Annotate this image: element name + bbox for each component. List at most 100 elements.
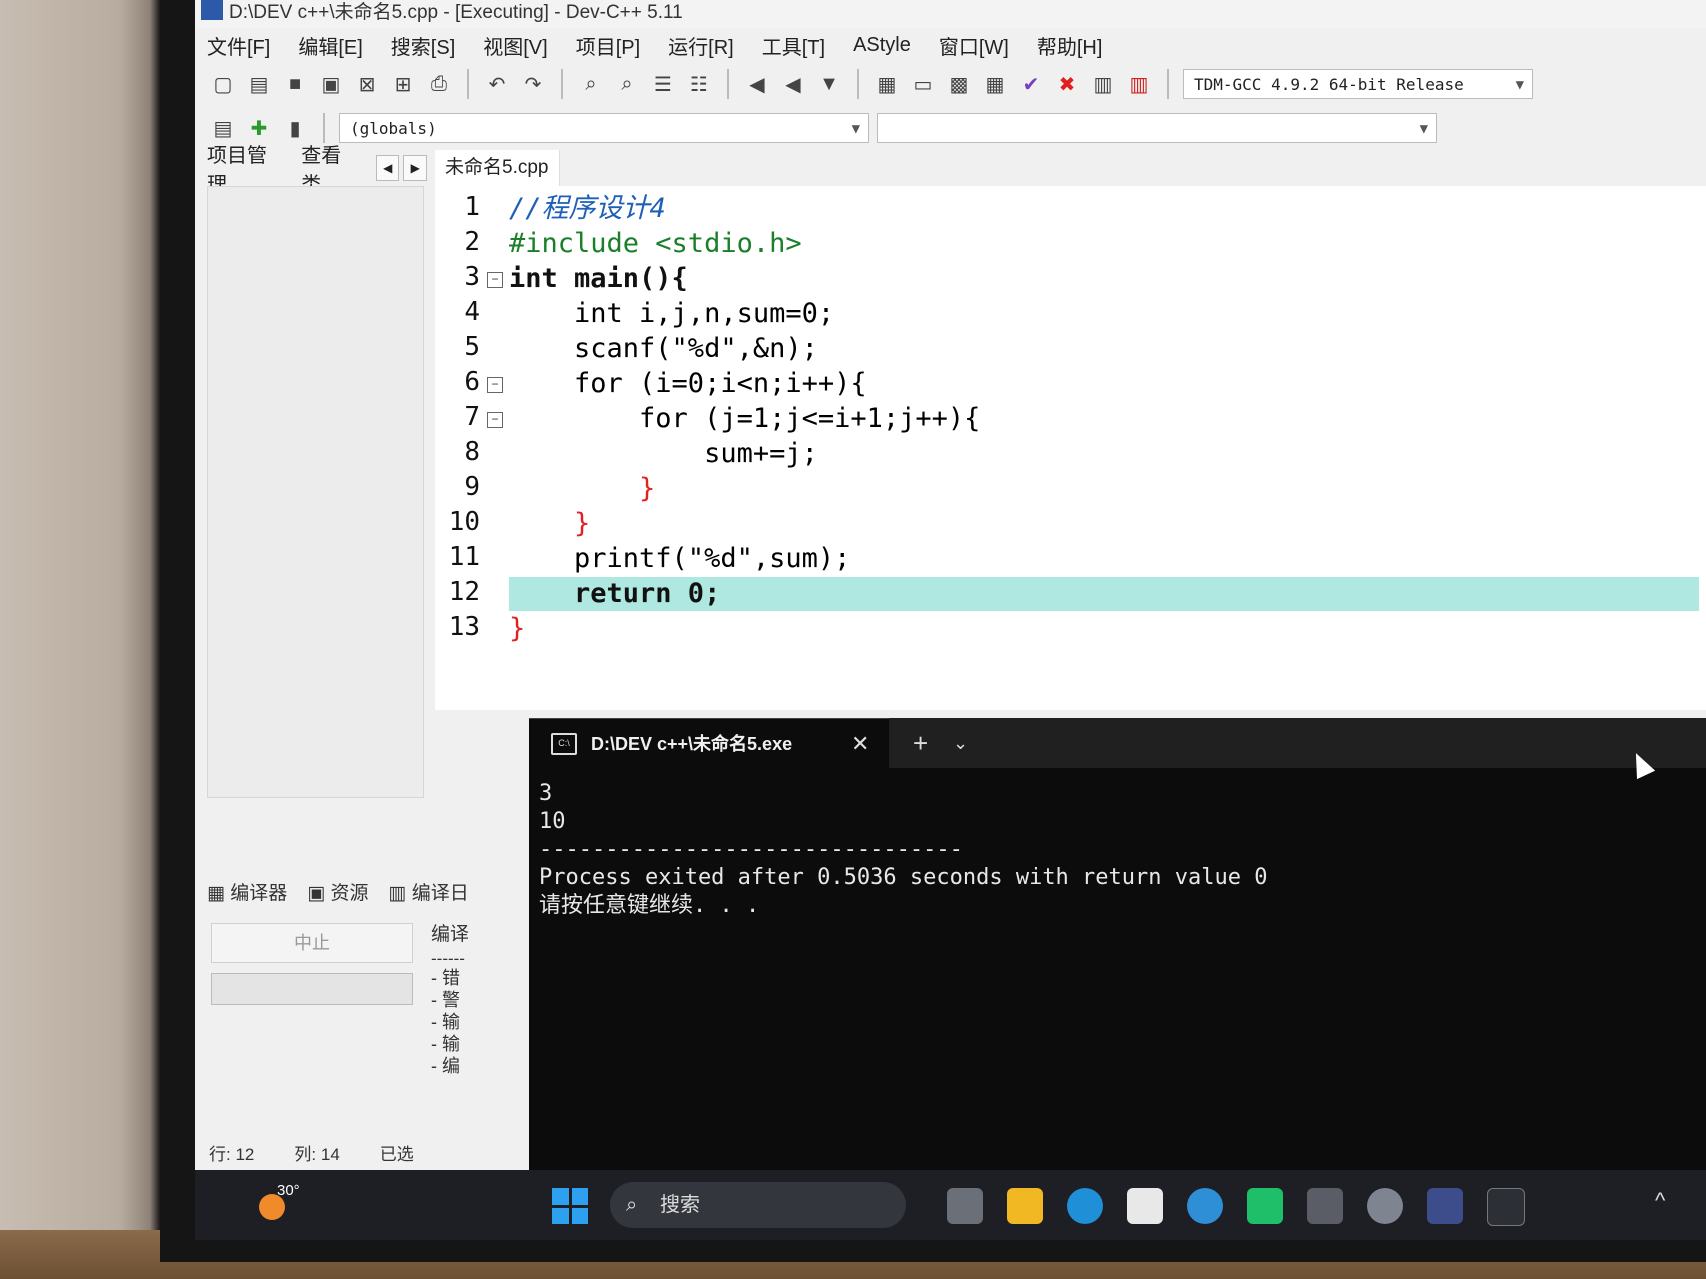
store-icon[interactable]	[1127, 1188, 1163, 1224]
syntax-check-icon[interactable]: ✔	[1017, 70, 1045, 98]
terminal-window[interactable]: C:\ D:\DEV c++\未命名5.exe ✕ + ⌄ 3 10 -----…	[529, 718, 1706, 1180]
tab-compile-log-label: 编译日	[411, 882, 469, 904]
menu-edit[interactable]: 编辑[E]	[298, 31, 362, 60]
toolbar-separator	[727, 69, 729, 99]
task-view-icon[interactable]	[947, 1188, 983, 1224]
compile-log-header: 编译	[431, 924, 470, 945]
fold-toggle-icon[interactable]: −	[487, 272, 503, 288]
toolbar-separator	[857, 69, 859, 99]
settings-gear-icon[interactable]	[1367, 1188, 1403, 1224]
terminal-taskbar-icon[interactable]	[1487, 1188, 1525, 1226]
print-icon[interactable]: ⎙	[425, 70, 453, 98]
replace-icon[interactable]: ⌕	[613, 70, 641, 98]
chevron-up-icon[interactable]: ^	[1655, 1188, 1665, 1214]
compile-icon[interactable]: ▦	[873, 70, 901, 98]
line-number: 8	[464, 437, 480, 467]
line-number: 2	[464, 227, 480, 257]
delete-profile-icon[interactable]: ▥	[1125, 70, 1153, 98]
menu-search[interactable]: 搜索[S]	[391, 31, 455, 60]
compile-log-icon: ▥	[388, 882, 412, 904]
code-line: int main(){	[509, 263, 688, 294]
line-number: 13	[448, 612, 480, 642]
file-explorer-icon[interactable]	[1007, 1188, 1043, 1224]
compile-log-list: - 错 - 警 - 输 - 输 - 编	[431, 967, 460, 1077]
code-line: printf("%d",sum);	[509, 543, 851, 574]
project-panel: 项目管理 查看类 ◀ ▶	[195, 145, 427, 800]
compiler-icon: ▦	[207, 882, 231, 904]
save-icon[interactable]: ■	[281, 70, 309, 98]
tab-compile-log[interactable]: ▥ 编译日	[389, 878, 469, 905]
code-line: }	[509, 613, 526, 644]
profile-icon[interactable]: ▥	[1089, 70, 1117, 98]
console-icon: C:\	[551, 733, 577, 755]
chevron-left-icon[interactable]: ◀	[375, 155, 400, 181]
terminal-tab-title: D:\DEV c++\未命名5.exe	[591, 734, 793, 754]
status-row: 行: 12	[209, 1140, 254, 1165]
close-all-icon[interactable]: ⊞	[389, 70, 417, 98]
bookmark-icon[interactable]: ▼	[815, 70, 843, 98]
undo-icon[interactable]: ↶	[483, 70, 511, 98]
fold-toggle-icon[interactable]: −	[487, 412, 503, 428]
new-tab-icon[interactable]: +	[913, 718, 928, 768]
fold-toggle-icon[interactable]: −	[487, 377, 503, 393]
unindent-icon[interactable]: ☷	[685, 70, 713, 98]
compile-progress-bar	[211, 973, 413, 1005]
weather-temp: 30°	[277, 1182, 300, 1199]
menu-help[interactable]: 帮助[H]	[1037, 31, 1103, 60]
weather-widget[interactable]: 30°	[257, 1182, 300, 1222]
terminal-tab[interactable]: C:\ D:\DEV c++\未命名5.exe ✕	[529, 718, 889, 768]
taskbar-search[interactable]: ⌕ 搜索	[610, 1182, 906, 1228]
compiler-panel: ▦ 编译器 ▣ 资源 ▥ 编译日 中止 编译 ------ - 错 - 警 - …	[195, 873, 495, 1163]
find-icon[interactable]: ⌕	[577, 70, 605, 98]
code-line: }	[509, 508, 591, 539]
compile-run-icon[interactable]: ▩	[945, 70, 973, 98]
stop-button[interactable]: 中止	[211, 923, 413, 963]
status-col: 列: 14	[294, 1140, 339, 1165]
add-icon[interactable]: ✚	[245, 114, 273, 142]
project-tree[interactable]	[207, 186, 424, 798]
insert-icon[interactable]: ▤	[209, 114, 237, 142]
menu-view[interactable]: 视图[V]	[483, 31, 547, 60]
chat-app-icon[interactable]	[1247, 1188, 1283, 1224]
function-select[interactable]: ▼	[877, 113, 1437, 143]
chevron-right-icon[interactable]: ▶	[403, 155, 427, 181]
tab-file[interactable]: 未命名5.cpp	[435, 150, 560, 186]
forward-icon[interactable]: ◀	[779, 70, 807, 98]
menu-window[interactable]: 窗口[W]	[939, 31, 1009, 60]
menu-project[interactable]: 项目[P]	[576, 31, 640, 60]
tab-resources[interactable]: ▣ 资源	[307, 878, 368, 905]
window-title: D:\DEV c++\未命名5.cpp - [Executing] - Dev-…	[229, 2, 683, 23]
compiler-select[interactable]: TDM-GCC 4.9.2 64-bit Release ▼	[1183, 69, 1533, 99]
close-file-icon[interactable]: ⊠	[353, 70, 381, 98]
stop-execution-icon[interactable]: ✖	[1053, 70, 1081, 98]
run-icon[interactable]: ▭	[909, 70, 937, 98]
rebuild-icon[interactable]: ▦	[981, 70, 1009, 98]
redo-icon[interactable]: ↷	[519, 70, 547, 98]
chevron-down-icon[interactable]: ⌄	[953, 718, 968, 768]
edge-ai-icon[interactable]	[1187, 1188, 1223, 1224]
code-area[interactable]: //程序设计4 #include <stdio.h> int main(){ i…	[509, 192, 1699, 692]
globals-select[interactable]: (globals) ▼	[339, 113, 869, 143]
back-icon[interactable]: ◀	[743, 70, 771, 98]
app-icon[interactable]	[1307, 1188, 1343, 1224]
menu-file[interactable]: 文件[F]	[207, 31, 270, 60]
code-line: for (j=1;j<=i+1;j++){	[509, 403, 981, 434]
open-file-icon[interactable]: ▤	[245, 70, 273, 98]
chevron-down-icon: ▼	[851, 121, 860, 137]
indent-icon[interactable]: ☰	[649, 70, 677, 98]
edge-browser-icon[interactable]	[1067, 1188, 1103, 1224]
close-icon[interactable]: ✕	[851, 719, 869, 769]
new-file-icon[interactable]: ▢	[209, 70, 237, 98]
screen: D:\DEV c++\未命名5.cpp - [Executing] - Dev-…	[195, 0, 1706, 1235]
save-all-icon[interactable]: ▣	[317, 70, 345, 98]
code-editor[interactable]: 未命名5.cpp 1 2 3 4 5 6 7 8 9 10 11 12 13 −…	[435, 150, 1706, 710]
start-button-icon[interactable]	[552, 1188, 588, 1224]
menu-tools[interactable]: 工具[T]	[762, 31, 825, 60]
compile-log-separator: ------	[431, 949, 465, 968]
devcpp-taskbar-icon[interactable]	[1427, 1188, 1463, 1224]
menu-astyle[interactable]: AStyle	[853, 34, 911, 57]
menu-run[interactable]: 运行[R]	[668, 31, 734, 60]
tab-compiler[interactable]: ▦ 编译器	[207, 878, 287, 905]
toggle-icon[interactable]: ▮	[281, 114, 309, 142]
project-panel-tabs: 项目管理 查看类 ◀ ▶	[195, 145, 427, 196]
